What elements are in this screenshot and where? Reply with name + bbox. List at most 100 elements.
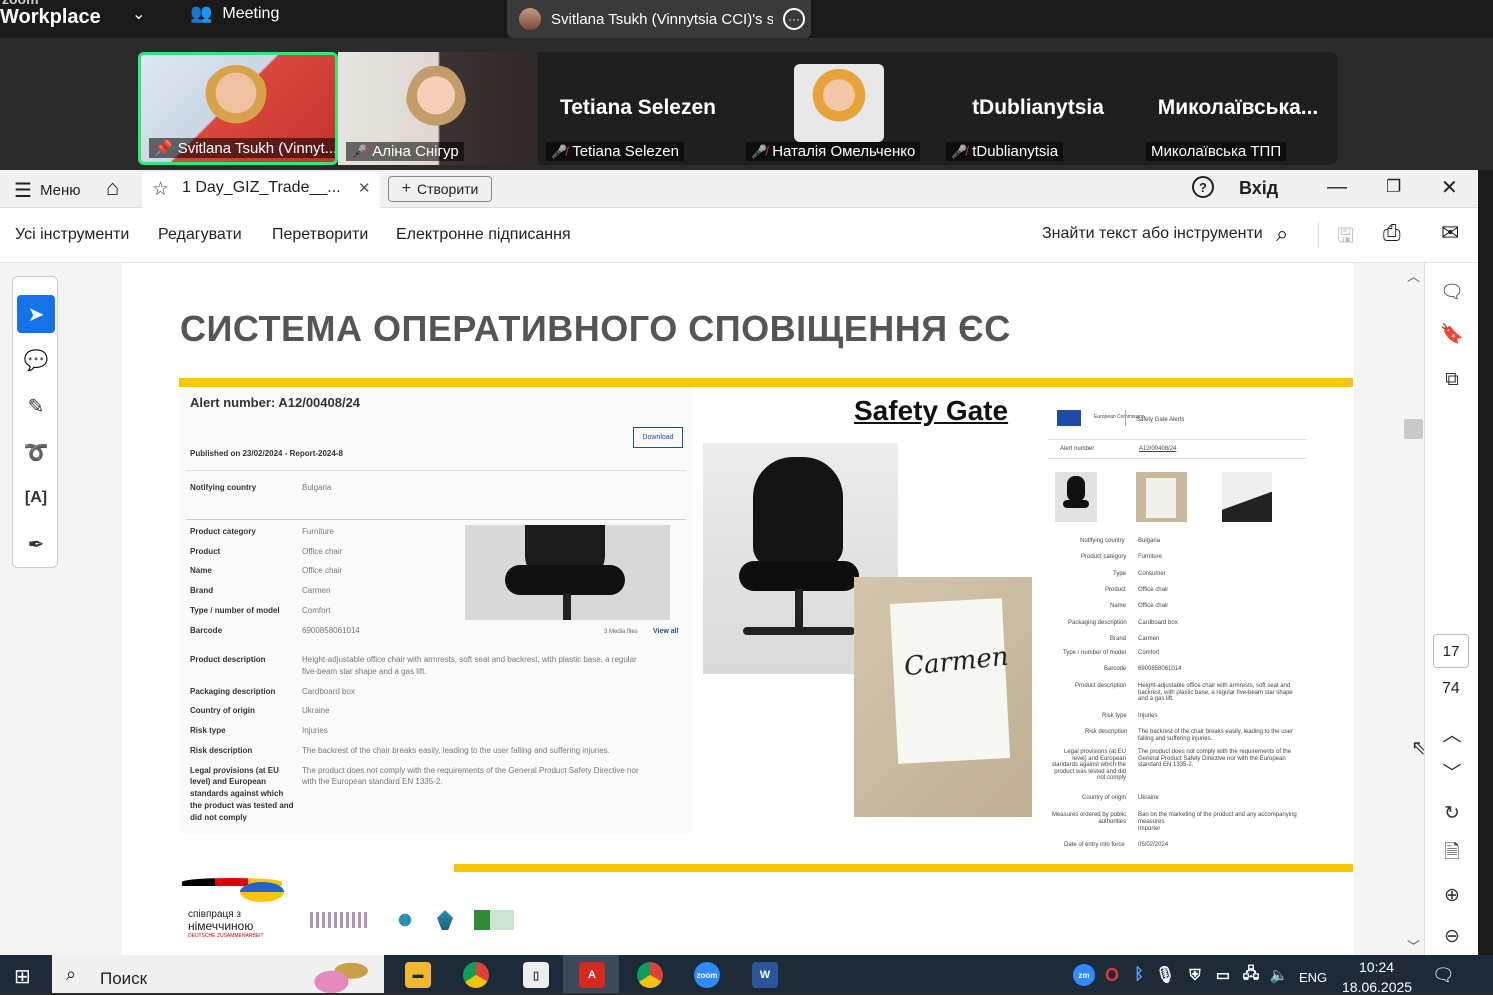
divider — [186, 519, 686, 520]
meeting-button[interactable]: 👥 Meeting — [190, 3, 279, 24]
row-value: Carmen — [302, 586, 331, 595]
shield-icon[interactable]: ⛨ — [1184, 964, 1206, 986]
microphone-icon[interactable]: 🎙 — [1155, 964, 1175, 986]
bookmark-icon[interactable]: 🔖 — [1438, 320, 1466, 348]
tool-edit[interactable]: Редагувати — [158, 226, 242, 244]
comment-panel-icon[interactable]: 🗨 — [1438, 278, 1466, 306]
sign-pen-icon[interactable]: ✒ — [17, 525, 55, 563]
scroll-up-icon[interactable]: ︿ — [1407, 266, 1420, 285]
tool-esign[interactable]: Електронне підписання — [396, 226, 571, 244]
highlight-pen-icon[interactable]: ✎ — [17, 387, 55, 425]
row-value: Cardboard box — [302, 687, 355, 696]
language-indicator[interactable]: ENG — [1299, 970, 1327, 985]
mic-muted-icon: 🎤̸ — [951, 143, 968, 159]
participant-video — [406, 66, 466, 150]
alert-number-link[interactable]: A12/00408/24 — [1139, 446, 1176, 452]
chair-thumbnail[interactable] — [465, 525, 670, 620]
participant-tile[interactable]: 🎤̸ Аліна Снігур — [338, 52, 538, 165]
tool-convert[interactable]: Перетворити — [272, 226, 368, 244]
zoom-in-icon[interactable]: ⊕ — [1438, 881, 1466, 909]
participant-tile[interactable]: Tetiana Selezen 🎤̸ Tetiana Selezen — [538, 52, 738, 165]
clock-time[interactable]: 10:24 — [1359, 959, 1394, 975]
yellow-divider-top — [179, 378, 1353, 387]
create-button[interactable]: + Створити — [388, 176, 492, 202]
text-box-icon[interactable]: [A] — [17, 479, 55, 517]
minimize-icon[interactable]: — — [1327, 176, 1347, 199]
row-value: Injuries — [302, 726, 328, 735]
scrollbar-thumb[interactable] — [1404, 419, 1423, 439]
scroll-down-icon[interactable]: ﹀ — [1407, 936, 1420, 955]
network-icon[interactable]: 🖧 — [1240, 964, 1262, 986]
row-value: The product does not comply with the req… — [302, 766, 639, 775]
download-button[interactable]: Download — [633, 427, 683, 448]
select-cursor-icon[interactable]: ➤ — [17, 295, 55, 333]
restore-icon[interactable]: ❐ — [1386, 177, 1401, 197]
divider — [1125, 410, 1126, 426]
close-tab-icon[interactable]: ✕ — [358, 179, 371, 197]
participant-tile[interactable]: 📌 Svitlana Tsukh (Vinnyt... — [138, 52, 338, 165]
row-value: Comfort — [302, 606, 331, 615]
row-value: 6900858061014 — [302, 626, 360, 635]
tool-all-tools[interactable]: Усі інструменти — [15, 226, 129, 244]
media-count: 3 Media files — [604, 629, 638, 635]
hamburger-icon: ☰ — [14, 180, 32, 202]
help-icon[interactable]: ? — [1192, 176, 1214, 198]
row-value: Ukraine — [1138, 795, 1159, 801]
volume-icon[interactable]: 🔈 — [1268, 964, 1290, 986]
draw-lasso-icon[interactable]: ➰ — [17, 433, 55, 471]
screen-share-tab[interactable]: Svitlana Tsukh (Vinnytsia CCI)'s sc ··· — [507, 0, 811, 38]
thumbnail-label[interactable] — [1222, 472, 1272, 522]
row-key: level) and European — [190, 777, 267, 786]
row-key: Product category — [1081, 554, 1127, 560]
chrome-icon-2[interactable] — [637, 962, 663, 988]
participant-tile[interactable]: 🎤̸ Наталія Омельченко — [738, 52, 938, 165]
chrome-icon[interactable] — [463, 962, 489, 988]
more-icon[interactable]: ··· — [783, 8, 805, 30]
notifications-icon[interactable]: 🗨 — [1432, 965, 1455, 986]
rotate-icon[interactable]: ↻ — [1438, 799, 1466, 827]
chevron-down-icon[interactable]: ⌄ — [132, 4, 145, 24]
bluetooth-icon[interactable]: ᛒ — [1130, 964, 1148, 986]
search-tools[interactable]: Знайти текст або інструменти — [1042, 225, 1263, 243]
row-key: Risk type — [1102, 713, 1127, 719]
thumbnail-chair[interactable] — [1055, 472, 1097, 522]
alert-number-key: Alert number — [1060, 446, 1095, 452]
file-explorer-icon[interactable]: ▬ — [405, 962, 431, 988]
mail-icon[interactable]: ✉ — [1441, 220, 1459, 246]
menu-button[interactable]: ☰ Меню — [14, 178, 80, 203]
zoom-icon[interactable]: zoom — [694, 962, 720, 988]
search-icon[interactable]: ⌕ — [1276, 221, 1288, 247]
acrobat-icon[interactable]: A — [579, 962, 605, 988]
row-value: Bulgaria — [302, 483, 332, 492]
row-key: standards against which — [190, 789, 284, 798]
save-icon[interactable]: 🖫 — [1337, 221, 1354, 255]
next-page-icon[interactable]: ﹀ — [1438, 757, 1466, 785]
word-icon[interactable]: W — [752, 962, 778, 988]
thumbnail-box[interactable] — [1136, 472, 1187, 522]
alert-heading: Alert number: A12/00408/24 — [190, 395, 361, 410]
row-key: Notifying country — [1080, 538, 1125, 544]
zoom-tray-icon[interactable]: zm — [1073, 964, 1095, 986]
home-icon[interactable]: ⌂ — [106, 175, 119, 201]
pages-icon[interactable]: ⧉ — [1438, 366, 1466, 394]
comment-icon[interactable]: 💬 — [17, 341, 55, 379]
print-icon[interactable]: ⎙ — [1383, 220, 1401, 246]
page-number-input[interactable]: 17 — [1433, 634, 1469, 668]
notepad-icon[interactable]: ▯ — [523, 962, 549, 988]
windows-start-icon[interactable]: ⊞ — [14, 964, 31, 989]
extract-page-icon[interactable]: 🗎 — [1438, 840, 1466, 868]
view-all-link[interactable]: View all — [653, 628, 679, 635]
signin-button[interactable]: Вхід — [1239, 178, 1278, 199]
participant-tile[interactable]: Миколаївська... Миколаївська ТПП — [1138, 52, 1338, 165]
prev-page-icon[interactable]: ︿ — [1438, 719, 1466, 747]
divider — [1048, 458, 1306, 459]
close-window-icon[interactable]: ✕ — [1441, 175, 1458, 200]
participant-name-1: 📌 Svitlana Tsukh (Vinnyt... — [149, 138, 335, 158]
opera-icon[interactable]: O — [1101, 964, 1123, 986]
people-icon: 👥 — [190, 3, 213, 23]
zoom-out-icon[interactable]: ⊖ — [1438, 922, 1466, 950]
participant-tile[interactable]: tDublianytsia 🎤̸ tDublianytsia — [938, 52, 1138, 165]
divider — [1048, 439, 1306, 440]
star-icon[interactable]: ☆ — [152, 178, 169, 201]
battery-icon[interactable]: ▭ — [1212, 964, 1234, 986]
